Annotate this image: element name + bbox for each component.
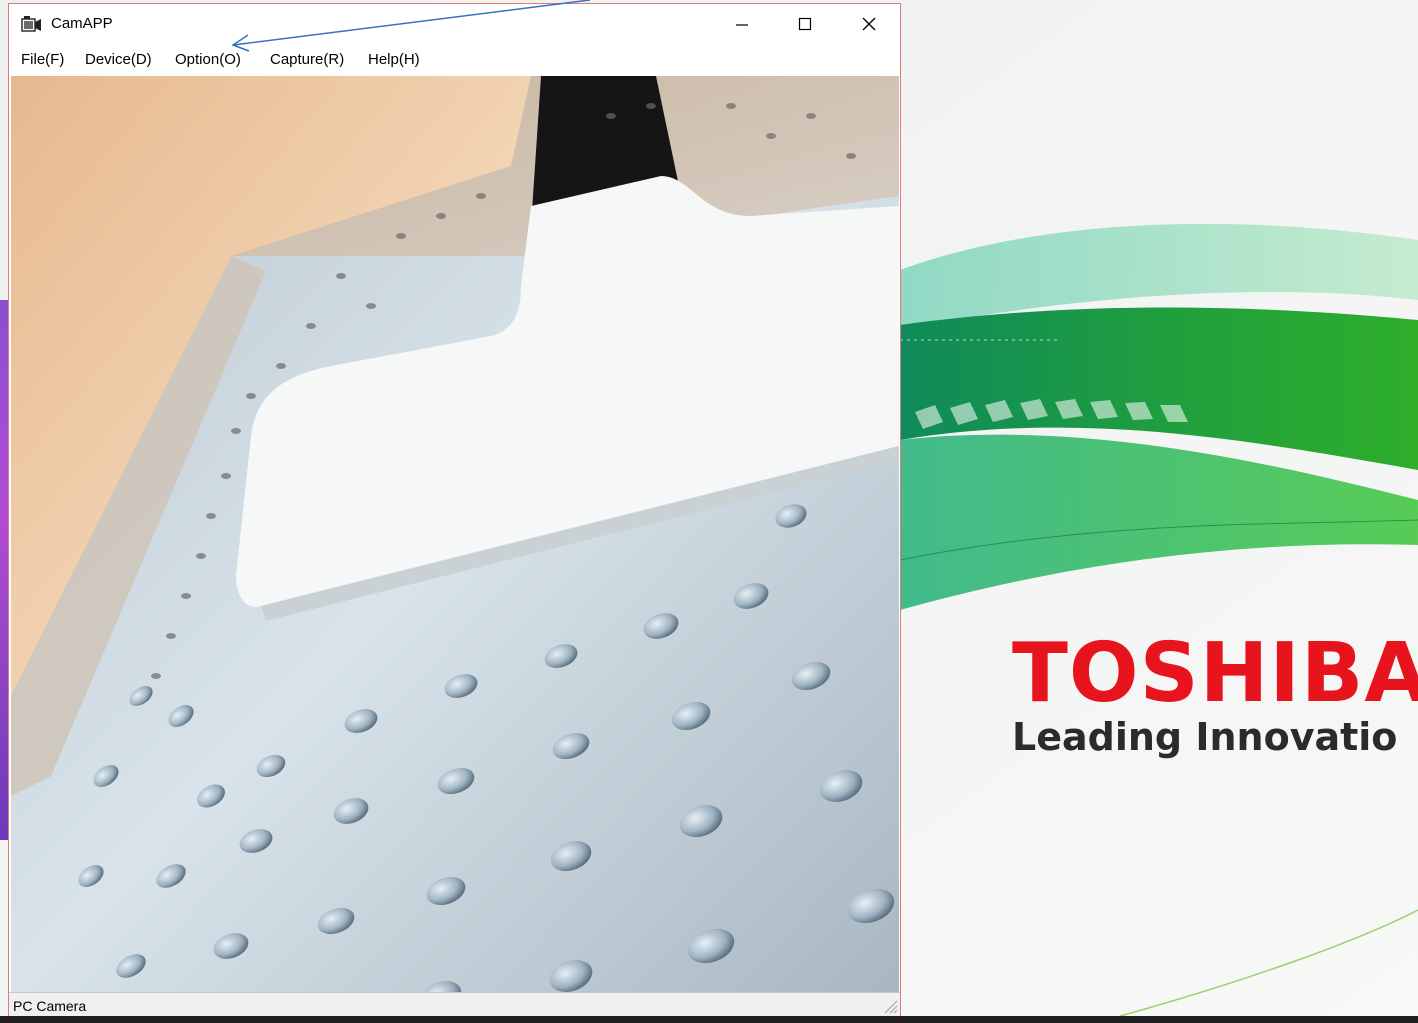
- taskbar: [0, 1016, 1418, 1023]
- window-title: CamAPP: [51, 15, 113, 32]
- minimize-button[interactable]: [712, 4, 772, 44]
- status-bar: PC Camera: [9, 992, 900, 1016]
- resize-grip-icon[interactable]: [882, 998, 898, 1014]
- app-window: CamAPP File(F) Device(D) Option(O) Captu…: [8, 3, 901, 1016]
- menu-help[interactable]: Help(H): [368, 50, 420, 70]
- brand-logo: TOSHIBA Leading Innovatio: [1012, 628, 1418, 760]
- minimize-icon: [736, 24, 748, 26]
- close-icon: [862, 17, 876, 31]
- camera-app-icon: [21, 16, 41, 32]
- camera-preview: [11, 76, 899, 992]
- brand-tagline: Leading Innovatio: [1012, 715, 1398, 759]
- title-bar[interactable]: CamAPP: [9, 4, 900, 44]
- menu-option[interactable]: Option(O): [175, 50, 241, 70]
- menu-bar: File(F) Device(D) Option(O) Capture(R) H…: [9, 44, 900, 76]
- menu-device[interactable]: Device(D): [85, 50, 152, 70]
- camera-feed-image: [11, 76, 899, 992]
- maximize-icon: [798, 17, 812, 31]
- menu-capture[interactable]: Capture(R): [270, 50, 344, 70]
- brand-name: TOSHIBA: [1012, 628, 1418, 721]
- maximize-button[interactable]: [775, 4, 835, 44]
- menu-file[interactable]: File(F): [21, 50, 64, 70]
- status-text: PC Camera: [13, 998, 87, 1014]
- close-button[interactable]: [839, 4, 899, 44]
